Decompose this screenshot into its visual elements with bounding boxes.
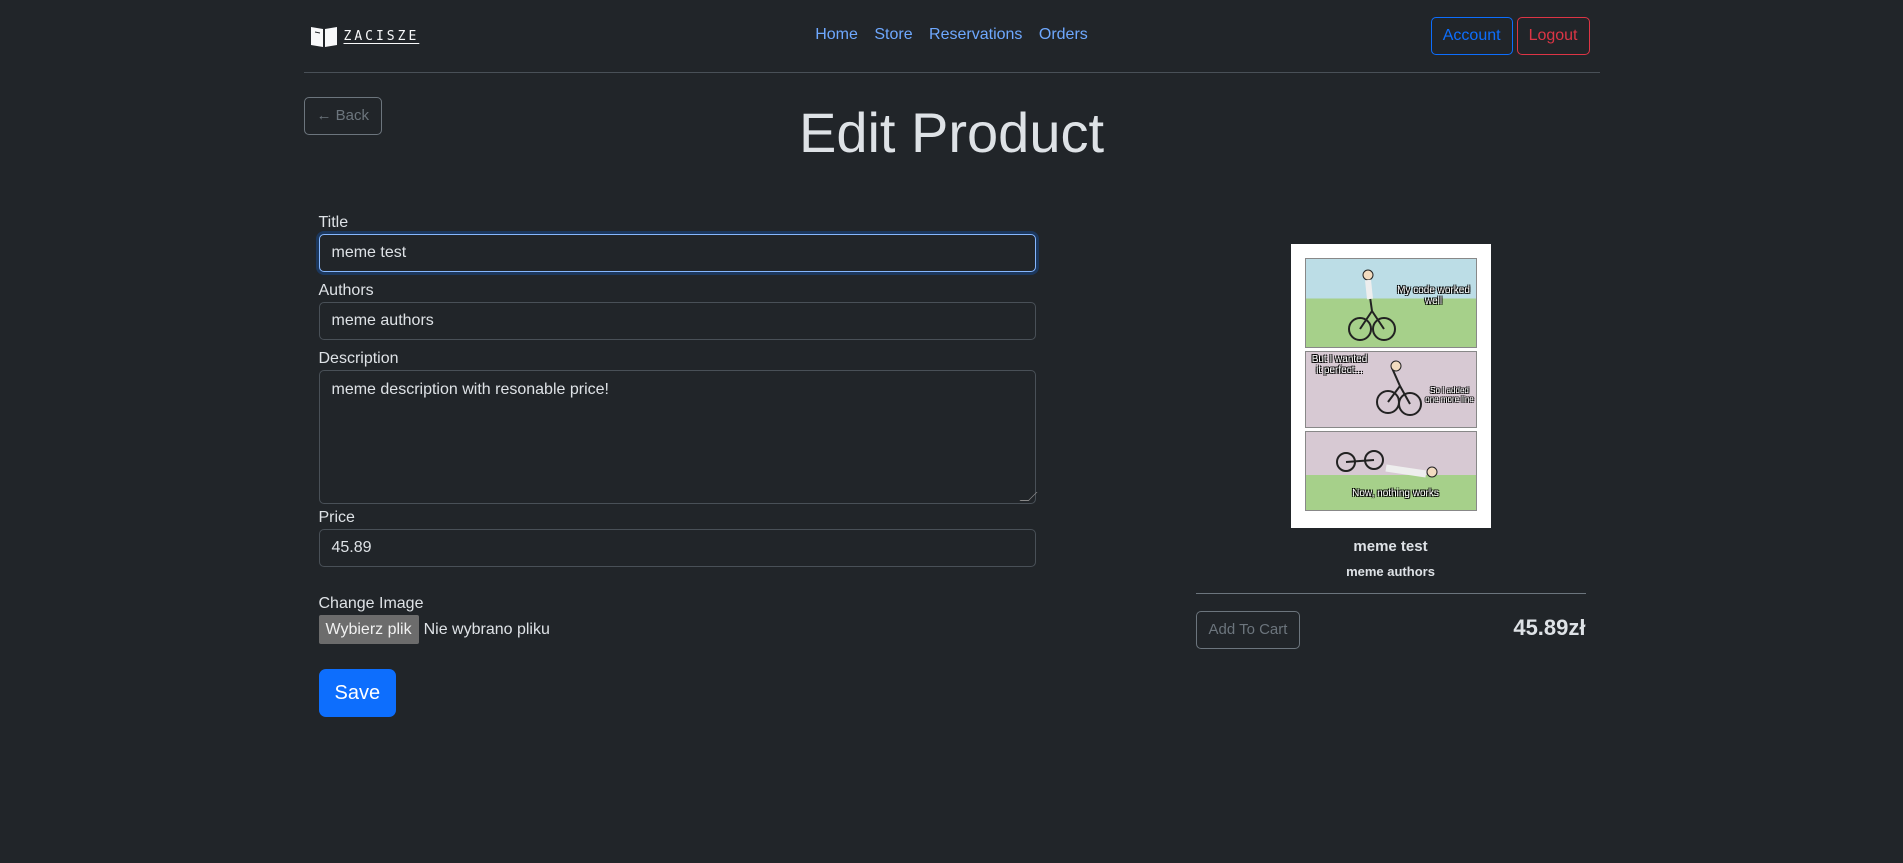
description-label: Description [318,350,399,367]
meme-caption-2a: But I wanted it perfect... [1311,354,1368,376]
nav-reservations[interactable]: Reservations [929,26,1022,43]
nav-actions: Account Logout [1430,17,1590,55]
file-input[interactable]: Wybierz plik Nie wybrano pliku [318,615,1036,644]
price-label: Price [318,509,355,526]
price-input[interactable]: 45.89 [318,529,1036,567]
file-status: Nie wybrano pliku [423,620,550,638]
meme-caption-2b: So I added one more line [1425,386,1474,404]
card-footer: Add To Cart 45.89zł [1195,611,1586,661]
edit-product-form: Title meme test Authors meme authors Des… [318,212,1037,717]
image-label: Change Image [318,595,424,612]
meme-panel-1: My code worked well [1304,258,1477,348]
meme-panel-2: But I wanted it perfect... So I added on… [1304,351,1477,428]
save-button[interactable]: Save [318,669,397,717]
card-authors: meme authors [1346,564,1435,579]
card-title: meme test [1353,538,1428,555]
choose-file-button[interactable]: Wybierz plik [318,615,419,644]
logout-button[interactable]: Logout [1516,17,1590,55]
page-title: Edit Product [798,101,1105,164]
description-textarea[interactable]: meme description with resonable price! [318,370,1037,504]
page-container: ZACISZE Home Store Reservations Orders A… [303,0,1600,863]
nav-home[interactable]: Home [815,26,858,43]
product-card: My code worked well But I wanted it perf… [1195,244,1586,661]
title-label: Title [318,214,349,231]
nav-orders[interactable]: Orders [1039,26,1088,43]
add-to-cart-button[interactable]: Add To Cart [1195,611,1301,649]
meme-panel-3: Now, nothing works [1304,431,1477,511]
navbar: ZACISZE Home Store Reservations Orders A… [303,0,1600,73]
description-text: meme description with resonable price! [331,381,609,398]
resize-handle-icon[interactable] [1019,492,1037,501]
nav-store[interactable]: Store [874,26,912,43]
account-button[interactable]: Account [1430,17,1513,55]
meme-caption-1: My code worked well [1397,285,1470,307]
meme-caption-3: Now, nothing works [1352,488,1439,499]
card-divider [1195,593,1586,594]
authors-input[interactable]: meme authors [318,302,1036,340]
card-price: 45.89zł [1513,615,1586,640]
product-image: My code worked well But I wanted it perf… [1290,244,1491,528]
authors-label: Authors [318,282,374,299]
title-input[interactable]: meme test [318,234,1036,272]
main-nav: Home Store Reservations Orders [304,26,1600,44]
